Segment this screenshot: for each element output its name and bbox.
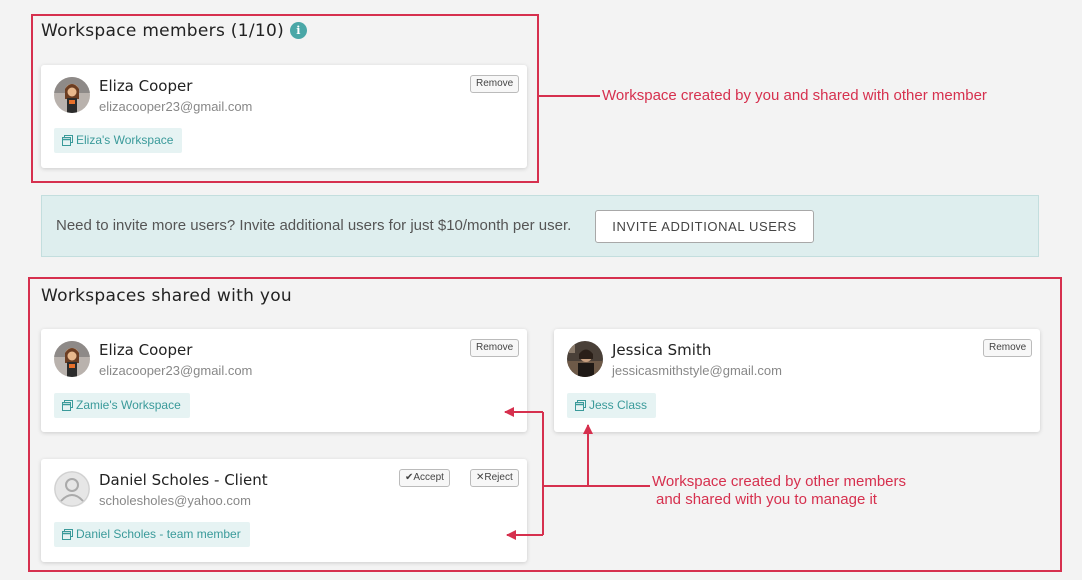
annotation-bottom-line2: and shared with you to manage it (656, 491, 877, 508)
annotation-top: Workspace created by you and shared with… (602, 87, 987, 104)
annotation-bottom-line1: Workspace created by other members (652, 473, 906, 490)
